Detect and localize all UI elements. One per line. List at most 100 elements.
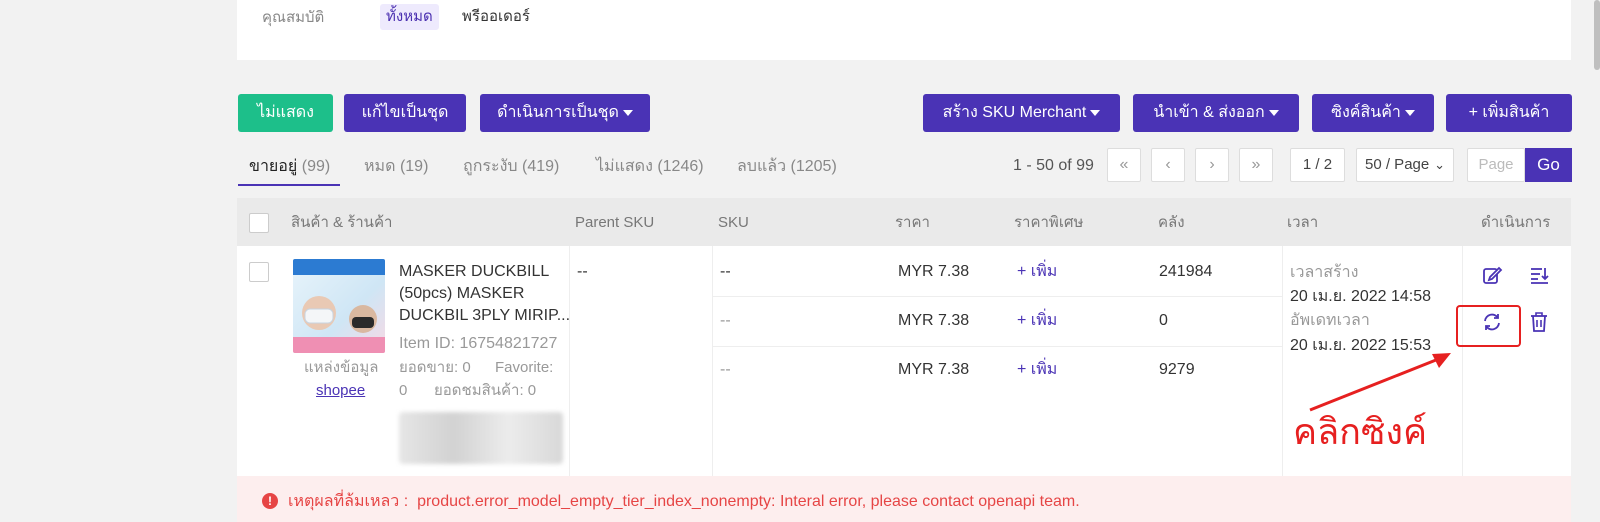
per-page-value: 50 / Page bbox=[1365, 156, 1430, 173]
variant-stock: 9279 bbox=[1159, 361, 1195, 378]
import-export-button[interactable]: นำเข้า & ส่งออก bbox=[1133, 94, 1299, 132]
error-label: เหตุผลที่ล้มเหลว : bbox=[288, 493, 409, 510]
filter-chip-all[interactable]: ทั้งหมด bbox=[380, 4, 439, 30]
create-sku-label: สร้าง SKU Merchant bbox=[942, 104, 1087, 121]
column-divider bbox=[1462, 246, 1463, 476]
tab-count: (99) bbox=[301, 158, 331, 175]
sync-products-button[interactable]: ซิงค์สินค้า bbox=[1312, 94, 1434, 132]
source-link[interactable]: shopee bbox=[316, 380, 365, 402]
tab-label: ไม่แสดง bbox=[596, 158, 653, 175]
annotation-arrow-icon bbox=[1309, 353, 1451, 412]
add-special-price-link[interactable]: + เพิ่ม bbox=[1017, 359, 1057, 381]
product-title-line3[interactable]: DUCKBIL 3PLY MIRIP... bbox=[399, 305, 570, 327]
tab-count: (19) bbox=[399, 158, 429, 175]
tab-label: ลบแล้ว bbox=[737, 158, 787, 175]
select-all-checkbox[interactable] bbox=[249, 213, 269, 233]
active-tab-underline bbox=[238, 184, 340, 186]
variant-sku: -- bbox=[720, 361, 731, 378]
created-time: 20 เม.ย. 2022 14:58 bbox=[1290, 288, 1432, 305]
chevron-down-icon: ⌄ bbox=[1434, 157, 1445, 172]
caret-down-icon bbox=[1268, 109, 1279, 116]
create-sku-button[interactable]: สร้าง SKU Merchant bbox=[923, 94, 1120, 132]
header-actions: ดำเนินการ bbox=[1481, 214, 1551, 231]
bulk-action-button[interactable]: ดำเนินการเป็นชุด bbox=[480, 94, 650, 132]
row-divider bbox=[712, 346, 1282, 347]
next-page-icon[interactable]: › bbox=[1195, 148, 1229, 182]
tab-deleted[interactable]: ลบแล้ว (1205) bbox=[737, 156, 837, 178]
column-divider bbox=[1282, 246, 1283, 476]
item-id: Item ID: 16754821727 bbox=[399, 335, 558, 352]
header-parent-sku: Parent SKU bbox=[575, 214, 655, 231]
filter-chip-preorder[interactable]: พรีออเดอร์ bbox=[456, 4, 536, 30]
sync-annotation-text: คลิกซิงค์ bbox=[1293, 411, 1428, 452]
trash-icon[interactable] bbox=[1528, 311, 1550, 333]
go-button[interactable]: Go bbox=[1525, 148, 1572, 182]
variant-stock: 0 bbox=[1159, 312, 1168, 329]
tab-banned[interactable]: ถูกระงับ (419) bbox=[463, 156, 559, 178]
parent-sku-value: -- bbox=[577, 263, 588, 280]
row-checkbox[interactable] bbox=[249, 262, 269, 282]
bulk-action-label: ดำเนินการเป็นชุด bbox=[497, 104, 619, 121]
add-special-price-link[interactable]: + เพิ่ม bbox=[1017, 310, 1057, 332]
favorite-value: 0 bbox=[399, 382, 408, 399]
product-title-line1[interactable]: MASKER DUCKBILL bbox=[399, 261, 549, 283]
redacted-area bbox=[399, 412, 563, 464]
header-special-price: ราคาพิเศษ bbox=[1014, 214, 1084, 231]
scrollbar-thumb[interactable] bbox=[1594, 0, 1600, 70]
pagination-range: 1 - 50 of 99 bbox=[1013, 157, 1094, 174]
tab-label: หมด bbox=[364, 158, 396, 175]
sort-list-icon[interactable] bbox=[1528, 264, 1550, 286]
column-divider bbox=[712, 246, 713, 476]
tab-on-sale[interactable]: ขายอยู่ (99) bbox=[249, 156, 330, 178]
prev-page-icon[interactable]: ‹ bbox=[1151, 148, 1185, 182]
caret-down-icon bbox=[1404, 109, 1415, 116]
bulk-edit-button[interactable]: แก้ไขเป็นชุด bbox=[344, 94, 466, 132]
filter-label: คุณสมบัติ bbox=[262, 9, 325, 26]
bulk-edit-label: แก้ไขเป็นชุด bbox=[361, 104, 449, 121]
import-export-label: นำเข้า & ส่งออก bbox=[1153, 104, 1265, 121]
error-detail: product.error_model_empty_tier_index_non… bbox=[417, 493, 1080, 510]
tab-count: (1246) bbox=[657, 158, 704, 175]
per-page-select[interactable]: 50 / Page ⌄ bbox=[1356, 148, 1454, 182]
created-label: เวลาสร้าง bbox=[1290, 264, 1359, 281]
views-count: ยอดชมสินค้า: 0 bbox=[434, 382, 537, 399]
tab-count: (1205) bbox=[790, 158, 837, 175]
favorite-label: Favorite: bbox=[495, 359, 554, 376]
product-title-line2[interactable]: (50pcs) MASKER bbox=[399, 283, 524, 305]
product-image[interactable] bbox=[293, 259, 385, 353]
header-stock: คลัง bbox=[1158, 214, 1185, 231]
variant-price: MYR 7.38 bbox=[898, 263, 970, 280]
last-page-icon[interactable]: » bbox=[1239, 148, 1273, 182]
edit-icon[interactable] bbox=[1481, 264, 1503, 286]
sales-count: ยอดขาย: 0 bbox=[399, 359, 471, 376]
variant-sku: -- bbox=[720, 263, 731, 280]
hide-button[interactable]: ไม่แสดง bbox=[238, 94, 333, 132]
page-input[interactable]: Page bbox=[1467, 148, 1525, 182]
header-sku: SKU bbox=[718, 214, 749, 231]
first-page-icon[interactable]: « bbox=[1107, 148, 1141, 182]
variant-price: MYR 7.38 bbox=[898, 361, 970, 378]
sync-highlight-box bbox=[1456, 305, 1521, 347]
tab-count: (419) bbox=[521, 158, 560, 175]
header-time: เวลา bbox=[1287, 214, 1319, 231]
column-divider bbox=[569, 246, 570, 476]
hide-button-label: ไม่แสดง bbox=[257, 104, 314, 121]
caret-down-icon bbox=[1090, 109, 1101, 116]
row-divider bbox=[712, 296, 1282, 297]
page-indicator: 1 / 2 bbox=[1290, 148, 1345, 182]
variant-stock: 241984 bbox=[1159, 263, 1213, 280]
add-product-button[interactable]: + เพิ่มสินค้า bbox=[1446, 94, 1572, 132]
add-special-price-link[interactable]: + เพิ่ม bbox=[1017, 261, 1057, 283]
source-label: แหล่งข้อมูล bbox=[304, 359, 379, 376]
caret-down-icon bbox=[622, 109, 633, 116]
tab-hidden[interactable]: ไม่แสดง (1246) bbox=[596, 156, 704, 178]
product-thumbnail-art bbox=[293, 259, 385, 353]
tab-label: ถูกระงับ bbox=[463, 158, 518, 175]
variant-sku: -- bbox=[720, 312, 731, 329]
tab-label: ขายอยู่ bbox=[249, 158, 298, 175]
header-product: สินค้า & ร้านค้า bbox=[291, 214, 393, 231]
tab-sold-out[interactable]: หมด (19) bbox=[364, 156, 428, 178]
variant-price: MYR 7.38 bbox=[898, 312, 970, 329]
sync-products-label: ซิงค์สินค้า bbox=[1331, 104, 1401, 121]
updated-label: อัพเดทเวลา bbox=[1290, 312, 1370, 329]
